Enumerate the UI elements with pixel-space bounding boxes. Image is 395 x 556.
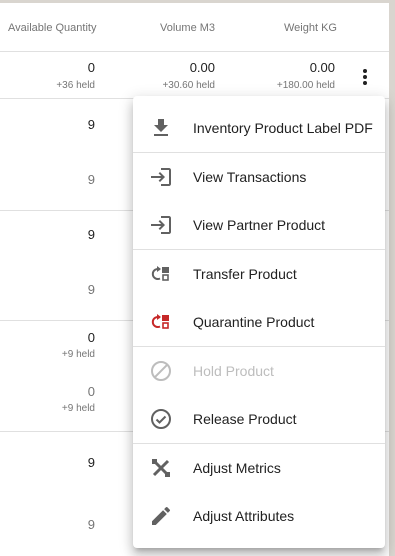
menu-item-label: Adjust Attributes bbox=[193, 508, 295, 524]
available-quantity-held: +9 held bbox=[61, 349, 95, 360]
menu-item-quarantine-product[interactable]: Quarantine Product bbox=[133, 298, 385, 346]
menu-item-view-transactions[interactable]: View Transactions bbox=[133, 153, 385, 201]
menu-item-hold-product: Hold Product bbox=[133, 347, 385, 395]
menu-item-inventory-label-pdf[interactable]: Inventory Product Label PDF bbox=[133, 104, 385, 152]
available-quantity-value: 9 bbox=[87, 117, 95, 132]
weight-value: 0.00 bbox=[309, 60, 335, 75]
menu-item-release-product[interactable]: Release Product bbox=[133, 395, 385, 443]
volume-held: +30.60 held bbox=[162, 80, 215, 91]
menu-item-view-partner-product[interactable]: View Partner Product bbox=[133, 201, 385, 249]
available-quantity-value: 0 bbox=[87, 330, 95, 345]
menu-item-label: Inventory Product Label PDF bbox=[193, 120, 373, 136]
menu-item-transfer-product[interactable]: Transfer Product bbox=[133, 250, 385, 298]
menu-item-label: Transfer Product bbox=[193, 266, 297, 282]
available-quantity-value: 0 bbox=[87, 60, 95, 75]
volume-value: 0.00 bbox=[189, 60, 215, 75]
menu-item-label: View Partner Product bbox=[193, 217, 326, 233]
menu-item-label: Quarantine Product bbox=[193, 314, 315, 330]
more-vert-icon[interactable] bbox=[357, 65, 373, 89]
download-icon bbox=[154, 119, 168, 136]
pencil-icon bbox=[152, 506, 171, 525]
login-icon bbox=[151, 168, 171, 186]
transfer-icon bbox=[151, 266, 169, 281]
login-icon bbox=[151, 216, 171, 234]
row-actions-menu: Inventory Product Label PDF View Transac… bbox=[133, 96, 385, 548]
available-quantity-held: +36 held bbox=[56, 80, 95, 91]
available-quantity-held: +9 held bbox=[61, 403, 95, 414]
available-quantity-value: 9 bbox=[87, 517, 95, 532]
quarantine-icon bbox=[151, 314, 169, 329]
column-header-available-quantity[interactable]: Available Quantity bbox=[8, 22, 96, 34]
column-header-weight[interactable]: Weight KG bbox=[284, 22, 337, 34]
menu-item-label: Hold Product bbox=[193, 363, 274, 379]
table-header: Available Quantity Volume M3 Weight KG bbox=[0, 3, 389, 52]
check-circle-icon bbox=[151, 409, 171, 429]
available-quantity-value: 0 bbox=[87, 384, 95, 399]
block-icon bbox=[151, 361, 171, 381]
menu-item-label: Release Product bbox=[193, 411, 297, 427]
available-quantity-value: 9 bbox=[87, 455, 95, 470]
weight-held: +180.00 held bbox=[276, 80, 335, 91]
menu-item-adjust-attributes[interactable]: Adjust Attributes bbox=[133, 492, 385, 540]
tools-icon bbox=[152, 459, 170, 477]
available-quantity-value: 9 bbox=[87, 282, 95, 297]
available-quantity-value: 9 bbox=[87, 172, 95, 187]
column-header-volume[interactable]: Volume M3 bbox=[160, 22, 215, 34]
menu-item-adjust-metrics[interactable]: Adjust Metrics bbox=[133, 444, 385, 492]
menu-item-label: Adjust Metrics bbox=[193, 460, 281, 476]
available-quantity-value: 9 bbox=[87, 227, 95, 242]
menu-item-label: View Transactions bbox=[193, 169, 307, 185]
